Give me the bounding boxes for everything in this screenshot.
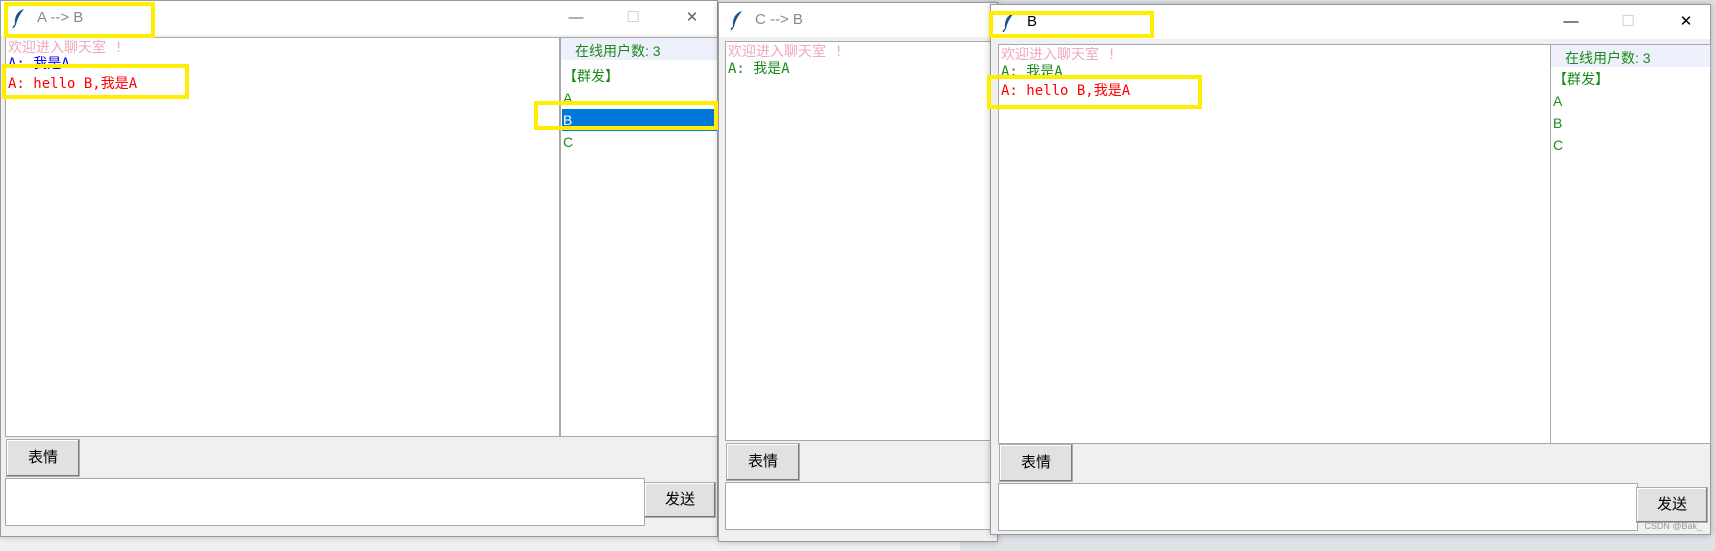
- user-item-c[interactable]: C: [562, 131, 717, 153]
- send-button[interactable]: 发送: [1636, 487, 1708, 523]
- chat-history[interactable]: 欢迎进入聊天室 ! A: 我是A: [725, 41, 999, 441]
- user-item-b-selected[interactable]: B: [562, 109, 717, 131]
- chat-history[interactable]: 欢迎进入聊天室 ! A: 我是A A: hello B,我是A: [998, 44, 1553, 444]
- minimize-button[interactable]: —: [1560, 11, 1582, 33]
- chat-message: A: 我是A: [8, 56, 70, 72]
- online-count-label: 在线用户数: 3: [1565, 50, 1651, 66]
- chat-message-welcome: 欢迎进入聊天室 !: [728, 44, 843, 60]
- chat-history[interactable]: 欢迎进入聊天室 ! A: 我是A A: hello B,我是A: [5, 37, 560, 437]
- chat-message: A: 我是A: [728, 61, 790, 77]
- csdn-watermark: CSDN @Bak_: [1644, 521, 1702, 531]
- user-item-a[interactable]: A: [1552, 90, 1710, 112]
- online-count-label: 在线用户数: 3: [575, 43, 661, 59]
- emoji-button[interactable]: 表情: [6, 439, 80, 477]
- title-bar[interactable]: C --> B: [719, 3, 997, 37]
- chat-message: A: hello B,我是A: [8, 76, 138, 92]
- chat-window-c: C --> B 欢迎进入聊天室 ! A: 我是A 表情: [718, 2, 999, 542]
- maximize-button[interactable]: ☐: [622, 7, 644, 29]
- window-title: B: [1027, 13, 1038, 30]
- online-user-list[interactable]: 在线用户数: 3 【群发】 A B C: [1550, 44, 1711, 444]
- maximize-button[interactable]: ☐: [1617, 11, 1639, 33]
- window-title: C --> B: [755, 11, 803, 28]
- feather-icon: [730, 11, 742, 30]
- user-item-c[interactable]: C: [1552, 134, 1710, 156]
- title-bar[interactable]: B — ☐ ✕: [991, 5, 1710, 39]
- online-count-header: 在线用户数: 3: [1551, 45, 1710, 67]
- feather-icon: [1002, 13, 1014, 32]
- chat-message: A: hello B,我是A: [1001, 83, 1131, 99]
- message-input[interactable]: [998, 483, 1638, 531]
- message-input[interactable]: [5, 478, 645, 526]
- title-bar[interactable]: A --> B — ☐ ✕: [1, 1, 717, 35]
- emoji-button[interactable]: 表情: [999, 444, 1073, 482]
- chat-window-b: B — ☐ ✕ 欢迎进入聊天室 ! A: 我是A A: hello B,我是A …: [990, 4, 1711, 535]
- online-count-header: 在线用户数: 3: [561, 38, 717, 60]
- chat-message-welcome: 欢迎进入聊天室 !: [1001, 47, 1116, 63]
- online-user-list[interactable]: 在线用户数: 3 【群发】 A B C: [560, 37, 718, 437]
- user-item-b[interactable]: B: [1552, 112, 1710, 134]
- message-input[interactable]: [725, 482, 999, 530]
- minimize-button[interactable]: —: [565, 7, 587, 29]
- close-button[interactable]: ✕: [681, 7, 703, 29]
- close-button[interactable]: ✕: [1675, 11, 1697, 33]
- user-item-broadcast[interactable]: 【群发】: [562, 65, 717, 87]
- user-item-broadcast[interactable]: 【群发】: [1552, 68, 1710, 90]
- chat-window-a: A --> B — ☐ ✕ 欢迎进入聊天室 ! A: 我是A A: hello …: [0, 0, 718, 537]
- feather-icon: [12, 9, 24, 28]
- chat-message: A: 我是A: [1001, 64, 1063, 80]
- send-button[interactable]: 发送: [644, 482, 716, 518]
- user-item-a[interactable]: A: [562, 87, 717, 109]
- window-title: A --> B: [37, 9, 84, 26]
- emoji-button[interactable]: 表情: [726, 443, 800, 481]
